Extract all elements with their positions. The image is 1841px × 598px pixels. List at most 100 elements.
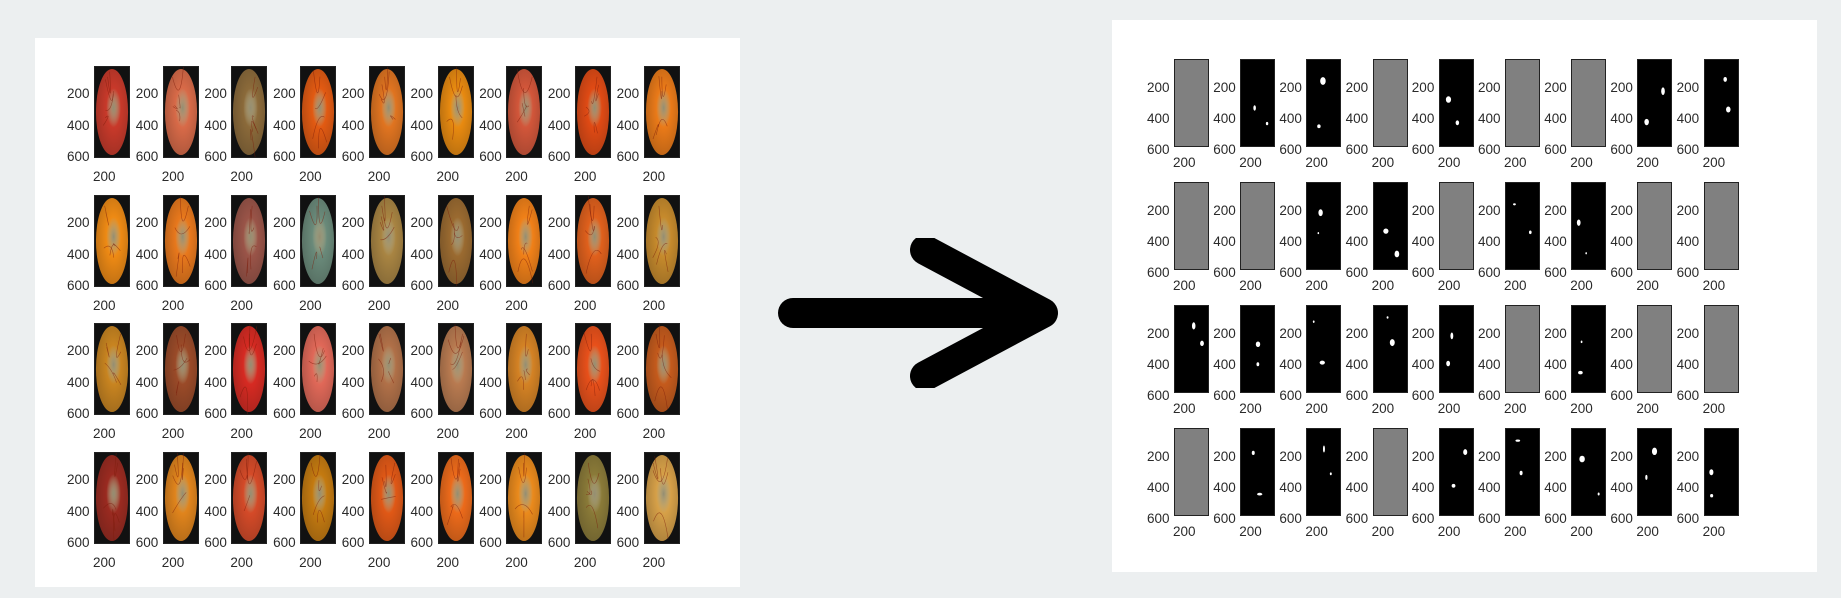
y-tick-400-label: 400: [1213, 480, 1236, 495]
y-tick-200-label: 200: [616, 471, 640, 487]
fundus-image: [368, 323, 405, 415]
y-tick-200-label: 200: [67, 471, 90, 487]
fundus-image: [574, 323, 611, 415]
y-tick-400-label: 400: [1147, 480, 1170, 495]
fundus-subplot: 200 400 600 200: [411, 290, 482, 440]
mask-subplot: 200 400 600 200: [1610, 384, 1681, 538]
y-tick-400-label: 400: [135, 246, 159, 262]
y-tick-200-label: 200: [67, 343, 90, 358]
y-tick-400-label: 400: [135, 118, 159, 133]
y-tick-200-label: 200: [341, 343, 365, 358]
y-tick-600-label: 600: [1213, 511, 1236, 526]
y-tick-600-label: 600: [204, 534, 227, 550]
y-tick-200-label: 200: [616, 86, 640, 101]
mask-subplot: 200 400 600 200: [1478, 138, 1549, 292]
lesion-mask: [1571, 305, 1607, 393]
mask-subplot: 200 400 600 200: [1544, 138, 1615, 292]
y-tick-400-label: 400: [1147, 357, 1170, 372]
fundus-image: [643, 451, 680, 544]
y-tick-400-label: 400: [273, 118, 296, 133]
fundus-subplot: 200 400 600 200: [67, 33, 138, 183]
y-tick-400-label: 400: [1345, 111, 1369, 126]
lesion-mask: [1637, 428, 1673, 516]
y-tick-600-label: 600: [341, 534, 365, 550]
y-tick-200-label: 200: [341, 214, 365, 230]
y-tick-400-label: 400: [341, 375, 365, 390]
y-tick-400-label: 400: [1345, 234, 1369, 249]
mask-subplot: 200 400 600 200: [1345, 15, 1417, 169]
mask-subplot: 200 400 600 200: [1279, 138, 1350, 292]
y-tick-400-label: 400: [1411, 234, 1435, 249]
x-tick-200-label: 200: [642, 554, 666, 570]
y-tick-400-label: 400: [479, 503, 502, 519]
fundus-image: [300, 66, 337, 158]
lesion-mask: [1703, 59, 1739, 147]
y-tick-400-label: 400: [616, 118, 640, 133]
fundus-image: [574, 66, 611, 158]
y-tick-200-label: 200: [1345, 80, 1369, 95]
lesion-mask: [1372, 305, 1408, 393]
y-tick-400-label: 400: [410, 246, 434, 262]
fundus-image: [643, 194, 680, 287]
x-tick-200-label: 200: [1636, 524, 1659, 539]
right-panel-lesion-masks: 200 400 600 200 200 400 600 200 200 400 600 200 200 4…: [1112, 20, 1817, 572]
y-tick-400-label: 400: [547, 503, 571, 519]
y-tick-400-label: 400: [67, 503, 90, 519]
mask-subplot: 200 400 600 200: [1544, 15, 1615, 169]
fundus-subplot: 200 400 600 200: [136, 290, 207, 440]
lesion-mask: [1438, 59, 1474, 147]
y-tick-200-label: 200: [1147, 203, 1170, 218]
fundus-subplot: 200 400 600 200: [273, 162, 344, 312]
y-tick-200-label: 200: [67, 214, 90, 230]
mask-subplot: 200 400 600 200: [1213, 261, 1284, 415]
lesion-mask: [1240, 59, 1276, 147]
y-tick-400-label: 400: [1345, 480, 1369, 495]
y-tick-200-label: 200: [273, 471, 296, 487]
y-tick-200-label: 200: [1544, 80, 1567, 95]
y-tick-400-label: 400: [1676, 234, 1700, 249]
mask-subplot: 200 400 600 200: [1412, 261, 1483, 415]
y-tick-600-label: 600: [67, 534, 90, 550]
fundus-subplot: 200 400 600 200: [410, 162, 482, 312]
y-tick-400-label: 400: [1676, 111, 1700, 126]
lesion-mask: [1438, 305, 1474, 393]
fundus-subplot: 200 400 600 200: [273, 290, 344, 440]
y-tick-200-label: 200: [410, 86, 434, 101]
fundus-subplot: 200 400 600 200: [617, 290, 688, 440]
y-tick-400-label: 400: [1279, 357, 1302, 372]
y-tick-400-label: 400: [1279, 480, 1302, 495]
y-tick-200-label: 200: [1610, 449, 1633, 464]
fundus-subplot: 200 400 600 200: [616, 419, 688, 569]
y-tick-400-label: 400: [1478, 480, 1501, 495]
empty-mask: [1505, 305, 1540, 393]
y-tick-400-label: 400: [616, 503, 640, 519]
lesion-mask: [1240, 428, 1276, 516]
mask-subplot: 200 400 600 200: [1412, 15, 1483, 169]
y-tick-200-label: 200: [67, 86, 90, 101]
fundus-image: [506, 323, 543, 415]
x-tick-200-label: 200: [1570, 524, 1593, 539]
y-tick-200-label: 200: [547, 471, 571, 487]
fundus-subplot: 200 400 600 200: [411, 419, 482, 569]
empty-mask: [1174, 182, 1209, 270]
y-tick-200-label: 200: [1213, 326, 1236, 341]
y-tick-200-label: 200: [1610, 203, 1633, 218]
fundus-image: [162, 194, 199, 287]
y-tick-200-label: 200: [1345, 203, 1369, 218]
fundus-image: [506, 66, 543, 158]
mask-subplot: 200 400 600 200: [1147, 15, 1218, 169]
lesion-mask: [1571, 428, 1607, 516]
y-tick-400-label: 400: [1610, 234, 1633, 249]
y-tick-200-label: 200: [1676, 326, 1700, 341]
fundus-subplot: 200 400 600 200: [342, 33, 413, 183]
x-tick-200-label: 200: [1173, 524, 1196, 539]
y-tick-400-label: 400: [1147, 111, 1170, 126]
mask-subplot: 200 400 600 200: [1345, 384, 1417, 538]
mask-subplot: 200 400 600 200: [1411, 138, 1483, 292]
y-tick-200-label: 200: [1478, 203, 1501, 218]
right-arrow-icon: [778, 238, 1058, 388]
fundus-subplot: 200 400 600 200: [67, 419, 138, 569]
mask-subplot: 200 400 600 200: [1147, 384, 1218, 538]
y-tick-200-label: 200: [1478, 449, 1501, 464]
y-tick-600-label: 600: [1610, 511, 1633, 526]
